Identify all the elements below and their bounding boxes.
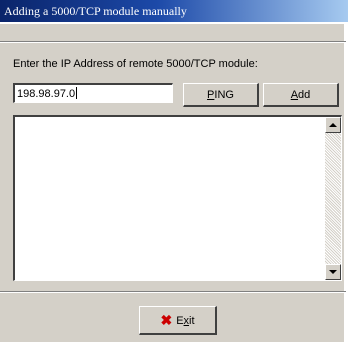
- title-underline: [0, 22, 346, 24]
- title-bar[interactable]: Adding a 5000/TCP module manually: [0, 0, 348, 22]
- dialog-window: Adding a 5000/TCP module manually Enter …: [0, 0, 348, 342]
- ip-address-label: Enter the IP Address of remote 5000/TCP …: [13, 58, 258, 70]
- window-title: Adding a 5000/TCP module manually: [4, 4, 187, 18]
- x-mark-icon: ✖: [160, 312, 173, 328]
- ip-address-value: 198.98.97.0: [17, 88, 76, 100]
- scroll-up-button[interactable]: [325, 117, 341, 133]
- arrow-up-icon: [329, 123, 337, 127]
- vertical-scrollbar[interactable]: [325, 117, 341, 280]
- output-list[interactable]: [13, 115, 342, 281]
- exit-button-label-start: E: [176, 315, 184, 327]
- ping-button[interactable]: PING: [183, 83, 259, 107]
- bottom-separator: [0, 291, 346, 293]
- ping-button-label: ING: [214, 89, 234, 101]
- top-separator: [0, 41, 346, 43]
- exit-button[interactable]: ✖ Exit: [139, 306, 217, 335]
- exit-button-label-end: it: [189, 315, 195, 327]
- scroll-down-button[interactable]: [325, 264, 341, 280]
- arrow-down-icon: [329, 270, 337, 274]
- add-button-label: dd: [298, 89, 311, 101]
- text-caret: [76, 87, 78, 99]
- add-button-mnemonic: A: [290, 89, 299, 101]
- add-button[interactable]: Add: [263, 83, 339, 107]
- ip-address-input[interactable]: 198.98.97.0: [13, 83, 173, 103]
